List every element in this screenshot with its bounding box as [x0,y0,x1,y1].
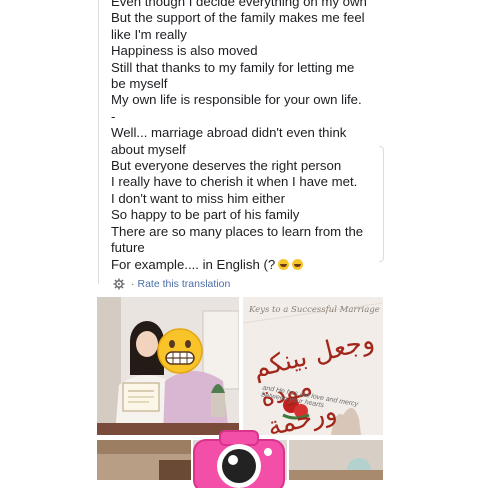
photo-thumbnail[interactable] [97,440,191,480]
separator-dot: · [131,278,135,290]
post-line: My own life is responsible for your own … [111,92,362,108]
post-line: I really have to cherish it when I have … [111,174,358,190]
post-line: But everyone deserves the right person [111,158,342,174]
post-line: like I'm really [111,26,187,42]
post-line-text: For example.... in English (? [111,256,276,272]
post-line: Well... marriage abroad didn't even thin… [111,125,347,141]
post-line: So happy to be part of his family [111,207,300,223]
post-line: I don't want to miss him either [111,190,286,206]
gear-icon[interactable] [113,278,125,290]
post-line: be myself [111,76,168,92]
post-line: But the support of the family makes me f… [111,10,365,26]
photo-thumbnail-art [289,440,383,480]
rate-translation-link[interactable]: Rate this translation [138,278,231,290]
post-line: Happiness is also moved [111,43,258,59]
post-body: Even though I decide everything on my ow… [111,0,373,273]
pink-camera-sticker [193,430,285,488]
post-line-last: For example.... in English (? [111,257,373,273]
laughing-emoji [292,258,304,270]
photo-thumbnail-art [97,440,191,480]
translation-row: · Rate this translation [113,277,230,291]
post-line: - [111,108,116,124]
post-line: Even though I decide everything on my ow… [111,0,367,9]
post-line: Still that thanks to my family for letti… [111,59,355,75]
scroll-edge-decoration [379,146,384,262]
grinning-face-emoji [157,328,203,374]
laughing-emoji [278,258,290,270]
frame-title: Keys to a Successful Marriage [249,305,380,315]
post-card: Even though I decide everything on my ow… [98,0,382,294]
marriage-frame-photo[interactable]: Keys to a Successful Marriage وجعل بينكم… [243,297,383,435]
post-line: There are so many places to learn from t… [111,223,364,239]
post-line: about myself [111,141,186,157]
post-line: future [111,240,145,256]
photo-thumbnail[interactable] [289,440,383,480]
